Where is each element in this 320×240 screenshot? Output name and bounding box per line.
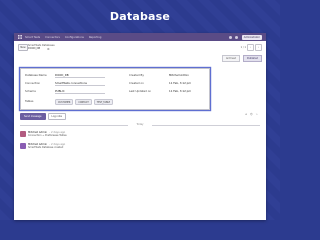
tag-test-table[interactable]: TEST_TABLE — [93, 99, 114, 106]
app-window: Smart Tests Connectors Configurations Re… — [14, 33, 266, 220]
avatar[interactable] — [20, 143, 26, 149]
message-body: Connection → PostGrease Tables — [28, 134, 67, 138]
avatar[interactable] — [20, 131, 26, 137]
chatter-icons: ⌀ ☺ ☆ — [242, 113, 258, 116]
last-updated-label: Last Updated on — [129, 89, 152, 93]
hero-title: Database — [109, 10, 171, 23]
log-note-button[interactable]: Log note — [47, 113, 66, 120]
database-form-card: Database Name DOOD_DB Connection SmartTe… — [20, 68, 210, 110]
menu-connectors[interactable]: Connectors — [45, 36, 60, 39]
pager: 1 / 1 ‹ › — [241, 44, 262, 51]
tables-tags[interactable]: CUSTOMER CONTACT TEST_TABLE — [55, 99, 115, 106]
chat-icon[interactable] — [228, 35, 232, 39]
chatter-buttons: Send message Log note — [20, 113, 68, 120]
created-on-label: Created on — [129, 81, 144, 85]
follower-icon[interactable]: ☺ — [250, 113, 253, 116]
breadcrumb: SmartTests Databases DOOD_DB — [28, 44, 55, 50]
top-navbar: Smart Tests Connectors Configurations Re… — [14, 33, 266, 41]
last-updated-value: 11 Feb, 3:12 pm — [169, 89, 191, 93]
pager-next-button[interactable]: › — [255, 44, 262, 51]
pager-value: 1 / 1 — [240, 46, 246, 49]
grid-icon[interactable] — [18, 35, 22, 39]
new-button[interactable]: New — [18, 44, 28, 51]
connection-label: Connection — [25, 81, 41, 85]
status-published[interactable]: Published — [242, 55, 262, 62]
status-bar: Archived Published — [18, 54, 262, 62]
activity-icon[interactable] — [234, 35, 238, 39]
schema-label: Schema — [25, 89, 36, 93]
paperclip-icon[interactable]: ⌀ — [245, 113, 247, 116]
menu-configurations[interactable]: Configurations — [65, 36, 84, 39]
user-menu[interactable]: Administrator — [241, 34, 262, 40]
created-by-label: Created By — [129, 73, 144, 77]
pager-prev-button[interactable]: ‹ — [247, 44, 254, 51]
db-name-label: Database Name — [25, 73, 47, 77]
tables-label: Tables — [25, 99, 34, 103]
app-name[interactable]: Smart Tests — [25, 36, 40, 39]
message-body: SmartTests Database created — [28, 146, 64, 150]
tag-customer[interactable]: CUSTOMER — [55, 99, 74, 106]
gear-icon[interactable]: ⚙ — [47, 47, 50, 51]
send-message-button[interactable]: Send message — [20, 113, 46, 120]
tag-contact[interactable]: CONTACT — [75, 99, 92, 106]
status-archived[interactable]: Archived — [221, 55, 240, 62]
created-by-value: Mitchell Admin — [169, 73, 189, 77]
created-on-value: 11 Feb, 3:12 pm — [169, 81, 191, 85]
breadcrumb-title: DOOD_DB — [28, 47, 41, 51]
star-icon[interactable]: ☆ — [256, 113, 258, 116]
menu-reporting[interactable]: Reporting — [89, 36, 102, 39]
